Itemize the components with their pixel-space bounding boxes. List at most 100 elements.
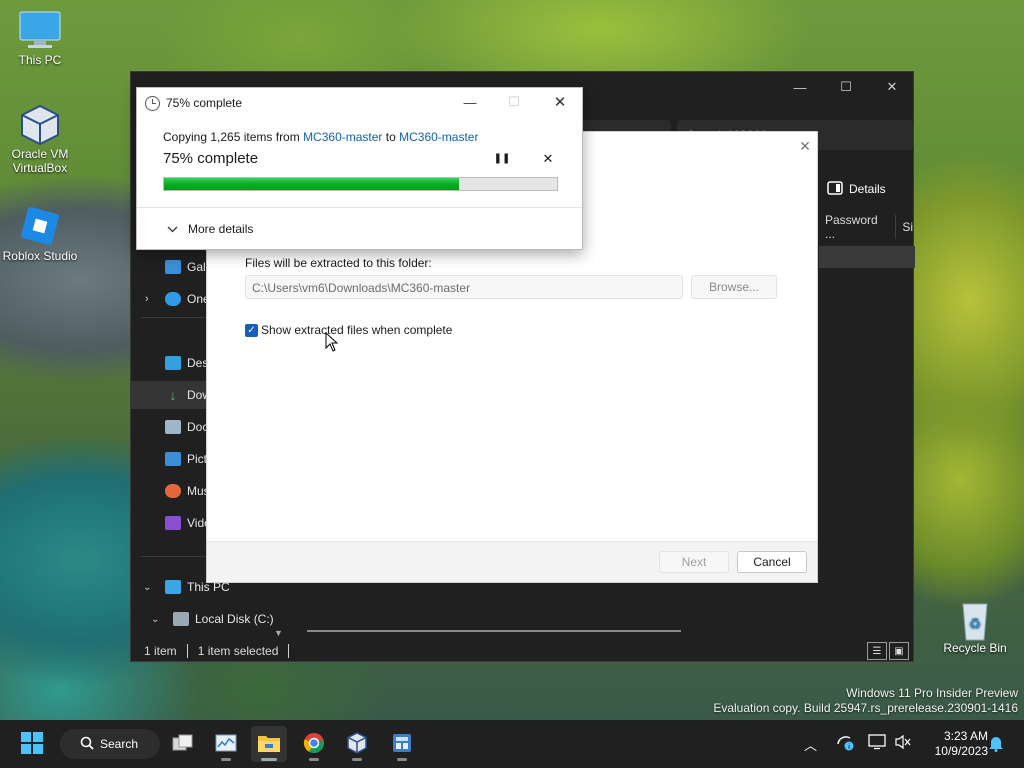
next-button[interactable]: Next (659, 551, 729, 573)
clock[interactable]: 3:23 AM 10/9/2023 (916, 729, 988, 759)
taskbar-app-resource-monitor[interactable] (208, 726, 244, 762)
copying-prefix: Copying 1,265 items from (163, 130, 304, 144)
copying-summary: Copying 1,265 items from MC360-master to… (163, 130, 478, 144)
show-files-label: Show extracted files when complete (261, 323, 453, 337)
document-icon (165, 420, 181, 434)
folder-icon (257, 733, 281, 756)
taskbar-app-file-explorer[interactable] (251, 726, 287, 762)
destination-path-field[interactable]: C:\Users\vm6\Downloads\MC360-master (245, 275, 683, 299)
search-label: Search (100, 737, 139, 751)
progress-title: 75% complete (166, 96, 243, 110)
clock-icon (145, 95, 160, 111)
recycle-bin-icon: ♻ (953, 598, 997, 641)
virtualbox-icon (346, 731, 368, 757)
desktop-icon-label: Oracle VM VirtualBox (11, 147, 69, 175)
source-folder-link[interactable]: MC360-master (303, 130, 382, 144)
progress-bar (163, 177, 558, 191)
column-password[interactable]: Password ... (819, 213, 889, 241)
start-button[interactable] (14, 726, 50, 762)
calculator-app-icon (391, 732, 413, 757)
progress-title-bar[interactable]: 75% complete (145, 94, 242, 112)
pause-icon[interactable]: ❚❚ (493, 150, 511, 168)
minimize-icon[interactable]: — (777, 72, 823, 102)
details-label: Details (849, 182, 886, 196)
task-view-icon (172, 734, 194, 755)
more-details-label: More details (188, 222, 254, 236)
maximize-icon[interactable]: ☐ (823, 72, 869, 102)
task-view-button[interactable] (165, 726, 201, 762)
destination-label: Files will be extracted to this folder: (245, 256, 432, 270)
watermark-line2: Evaluation copy. Build 25947.rs_prerelea… (713, 701, 1018, 715)
details-button[interactable]: Details (827, 176, 886, 202)
details-pane-icon (827, 180, 843, 198)
tiles-view-icon[interactable]: ▣ (889, 642, 909, 660)
desktop-icon-label: Roblox Studio (2, 249, 78, 263)
close-icon[interactable]: ✕ (869, 72, 915, 102)
display-icon[interactable] (868, 734, 886, 753)
chevron-right-icon[interactable]: › (145, 293, 149, 305)
status-bar: 1 item 1 item selected (131, 640, 913, 662)
network-info-icon[interactable]: i (836, 734, 854, 755)
progress-status: 75% complete (163, 150, 259, 167)
maximize-icon: ☐ (508, 94, 520, 109)
monitor-icon (18, 10, 62, 50)
checkbox-checked-icon[interactable]: ✓ (245, 323, 258, 337)
windows-logo-icon (21, 731, 43, 757)
taskbar: Search ︿ i 3:23 AM 10/9/2023 (0, 720, 1024, 768)
scroll-down-icon[interactable]: ▼ (274, 628, 283, 638)
download-icon: ↓ (169, 387, 177, 403)
chevron-up-icon[interactable]: ︿ (804, 735, 817, 754)
videos-icon (165, 516, 181, 530)
taskbar-app-calculator[interactable] (384, 726, 420, 762)
desktop-icon-recycle-bin[interactable]: ♻ Recycle Bin (935, 598, 1015, 655)
taskbar-app-virtualbox[interactable] (339, 726, 375, 762)
close-icon[interactable]: ✕ (545, 90, 575, 114)
search-icon (80, 736, 94, 753)
browse-button[interactable]: Browse... (691, 275, 777, 299)
chevron-down-icon[interactable]: ⌄ (143, 582, 151, 593)
notification-bell-icon[interactable] (988, 734, 1004, 755)
show-files-checkbox-row[interactable]: ✓ Show extracted files when complete (245, 323, 452, 337)
item-count: 1 item (144, 644, 177, 658)
clock-time: 3:23 AM (943, 729, 988, 743)
desktop-icon-virtualbox[interactable]: Oracle VM VirtualBox (0, 104, 80, 175)
more-details-button[interactable]: More details (167, 222, 253, 236)
progress-bar-fill (164, 178, 459, 190)
gallery-icon (165, 260, 181, 274)
details-view-icon[interactable]: ☰ (867, 642, 887, 660)
chevron-down-icon[interactable]: ⌄ (151, 614, 159, 625)
nav-label: Pict (187, 452, 208, 466)
view-switcher: ☰ ▣ (867, 642, 909, 660)
copying-to-word: to (382, 130, 400, 144)
close-icon[interactable]: ✕ (795, 136, 815, 156)
music-icon (165, 484, 181, 498)
resource-monitor-icon (215, 734, 237, 755)
horizontal-scrollbar[interactable] (307, 630, 681, 632)
desktop-icon-label: Recycle Bin (943, 641, 1007, 655)
destination-folder-link[interactable]: MC360-master (399, 130, 478, 144)
desktop-icon-this-pc[interactable]: This PC (0, 10, 80, 67)
desktop-icon-roblox-studio[interactable]: Roblox Studio (0, 206, 80, 263)
cancel-copy-icon[interactable]: ✕ (539, 150, 557, 168)
minimize-icon[interactable]: — (455, 90, 485, 114)
selected-file-row[interactable] (819, 246, 915, 268)
chevron-down-icon (167, 222, 178, 236)
column-size[interactable]: Si (902, 220, 913, 234)
drive-icon (173, 612, 189, 626)
nav-label: Local Disk (C:) (195, 612, 274, 626)
taskbar-search[interactable]: Search (60, 729, 160, 759)
desktop-folder-icon (165, 356, 181, 370)
volume-muted-icon[interactable] (894, 734, 912, 753)
copy-progress-dialog: 75% complete — ☐ ✕ Copying 1,265 items f… (136, 87, 583, 250)
desktop-icon-label: This PC (18, 53, 62, 67)
wizard-footer: Next Cancel (207, 541, 817, 582)
svg-text:♻: ♻ (969, 615, 982, 631)
roblox-studio-icon (18, 206, 62, 246)
watermark-line1: Windows 11 Pro Insider Preview (846, 686, 1018, 700)
cancel-button[interactable]: Cancel (737, 551, 807, 573)
taskbar-app-chrome[interactable] (296, 726, 332, 762)
monitor-icon (165, 580, 181, 594)
selection-count: 1 item selected (197, 644, 279, 658)
virtualbox-icon (18, 104, 62, 146)
divider (137, 207, 582, 208)
